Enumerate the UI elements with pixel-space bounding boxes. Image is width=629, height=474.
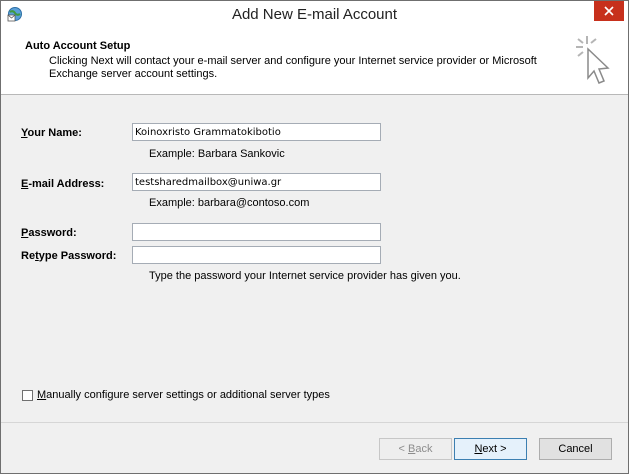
your-name-label: Your Name:: [21, 127, 82, 139]
next-button[interactable]: Next >: [454, 438, 527, 460]
email-address-hint: Example: barbara@contoso.com: [149, 197, 310, 209]
email-address-label: E-mail Address:: [21, 178, 105, 190]
close-button[interactable]: [594, 1, 624, 21]
password-hint: Type the password your Internet service …: [149, 270, 461, 282]
password-label: Password:: [21, 227, 77, 239]
email-address-input[interactable]: testsharedmailbox@uniwa.gr: [132, 173, 381, 191]
close-icon: [604, 6, 614, 16]
manual-config-option[interactable]: Manually configure server settings or ad…: [22, 389, 330, 401]
password-input[interactable]: [132, 223, 381, 241]
cancel-button[interactable]: Cancel: [539, 438, 612, 460]
footer-divider: [1, 422, 628, 423]
header-title: Auto Account Setup: [25, 40, 131, 52]
wizard-header: Auto Account Setup Clicking Next will co…: [1, 28, 628, 95]
your-name-hint: Example: Barbara Sankovic: [149, 148, 285, 160]
cursor-click-icon: [576, 36, 610, 84]
next-button-label: Next >: [474, 443, 507, 455]
header-description: Clicking Next will contact your e-mail s…: [49, 55, 537, 80]
window-title: Add New E-mail Account: [231, 6, 398, 23]
back-button[interactable]: < Back: [379, 438, 452, 460]
title-bar: Add New E-mail Account: [1, 1, 628, 28]
your-name-input[interactable]: Koinoxristo Grammatokibotio: [132, 123, 381, 141]
dialog-window: Add New E-mail Account Auto Account Setu…: [0, 0, 629, 474]
retype-password-input[interactable]: [132, 246, 381, 264]
manual-config-checkbox[interactable]: [22, 389, 33, 401]
manual-config-label: Manually configure server settings or ad…: [37, 389, 330, 401]
retype-password-label: Retype Password:: [21, 250, 117, 262]
back-button-label: < Back: [398, 443, 433, 455]
